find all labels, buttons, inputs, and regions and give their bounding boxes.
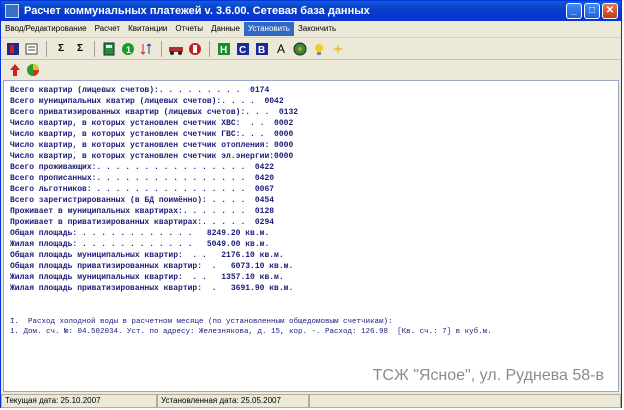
title-bar[interactable]: Расчет коммунальных платежей v. 3.6.00. … [1, 1, 621, 21]
minimize-button[interactable]: _ [566, 3, 582, 19]
close-button[interactable]: ✕ [602, 3, 618, 19]
menu-bar: Ввод/Редактирование Расчет Квитанции Отч… [1, 21, 621, 38]
toolbar-separator [209, 40, 210, 57]
number-one-icon[interactable]: 1 [120, 41, 136, 57]
menu-receipts[interactable]: Квитанции [124, 22, 171, 36]
toolbar: Σ Σ 1 H C B A [1, 38, 621, 60]
svg-text:H: H [220, 45, 227, 56]
menu-input-edit[interactable]: Ввод/Редактирование [1, 22, 91, 36]
bulb-icon[interactable] [311, 41, 327, 57]
status-bar: Текущая дата: 25.10.2007 Установленная д… [1, 394, 621, 408]
report-line: Общая площадь: . . . . . . . . . . . . 8… [10, 229, 270, 238]
report-line: Всего зарегистрированных (в БД поимённо)… [10, 196, 275, 205]
status-empty [309, 394, 621, 408]
report-line: Всего квартир (лицевых счетов):. . . . .… [10, 86, 270, 95]
report-line: Число квартир, в которых установлен счет… [10, 141, 294, 150]
toolbar-separator [161, 40, 162, 57]
blue-b-icon[interactable]: B [254, 41, 270, 57]
report-line: Общая площадь муниципальных квартир: . .… [10, 251, 284, 260]
app-window: Расчет коммунальных платежей v. 3.6.00. … [0, 0, 622, 408]
menu-exit[interactable]: Закончить [294, 22, 340, 36]
water-header: I. Расход холодной воды в расчетном меся… [10, 318, 393, 326]
report-line: Всего муниципальных кватир (лицевых счет… [10, 97, 284, 106]
report-line: Всего проживающих:. . . . . . . . . . . … [10, 163, 275, 172]
blue-c-icon[interactable]: C [235, 41, 251, 57]
sum-icon[interactable]: Σ [53, 41, 69, 57]
watermark: ТСЖ "Ясное", ул. Руднева 58-в [372, 367, 604, 384]
svg-text:1: 1 [126, 45, 131, 55]
pie-chart-icon[interactable] [25, 62, 41, 78]
secondary-toolbar [1, 61, 621, 79]
water-consumption-block: I. Расход холодной воды в расчетном меся… [10, 317, 492, 337]
report-line: Всего приватизированных квартир (лицевых… [10, 108, 299, 117]
sparkle-icon[interactable] [330, 41, 346, 57]
globe-icon[interactable] [292, 41, 308, 57]
calculator-icon[interactable] [101, 41, 117, 57]
report-line: Всего льготников: . . . . . . . . . . . … [10, 185, 275, 194]
sort-icon[interactable] [139, 41, 155, 57]
report-line: Жилая площадь муниципальных квартир: . .… [10, 273, 284, 282]
menu-data[interactable]: Данные [207, 22, 244, 36]
app-icon [5, 4, 19, 18]
report-line: Число квартир, в которых установлен счет… [10, 119, 294, 128]
report-panel: Всего квартир (лицевых счетов):. . . . .… [3, 80, 619, 392]
exit-icon[interactable] [5, 41, 21, 57]
car-icon[interactable] [168, 41, 184, 57]
svg-text:B: B [258, 45, 265, 56]
green-h-icon[interactable]: H [216, 41, 232, 57]
report-line: Число квартир, в которых установлен счет… [10, 152, 294, 161]
report-line: Проживает в муниципальных квартирах:. . … [10, 207, 275, 216]
water-meter-line: 1. Дом. сч. №: 04.502034. Уст. по адресу… [10, 328, 492, 336]
menu-settings[interactable]: Установить [243, 22, 294, 36]
status-current-date: Текущая дата: 25.10.2007 [1, 394, 157, 408]
maximize-button[interactable]: □ [584, 3, 600, 19]
font-a-icon[interactable]: A [273, 41, 289, 57]
arrow-up-icon[interactable] [7, 62, 23, 78]
report-line: Число квартир, в которых установлен счет… [10, 130, 294, 139]
window-title: Расчет коммунальных платежей v. 3.6.00. … [24, 5, 370, 17]
svg-text:C: C [239, 45, 246, 56]
fire-icon[interactable] [187, 41, 203, 57]
edit-icon[interactable] [24, 41, 40, 57]
menu-reports[interactable]: Отчеты [171, 22, 207, 36]
summary-report: Всего квартир (лицевых счетов):. . . . .… [10, 85, 298, 294]
report-line: Жилая площадь приватизированных квартир:… [10, 284, 294, 293]
report-line: Общая площадь приватизированных квартир:… [10, 262, 294, 271]
report-line: Проживает в приватизированных квартирах:… [10, 218, 275, 227]
menu-calculation[interactable]: Расчет [91, 22, 124, 36]
report-line: Жилая площадь: . . . . . . . . . . . . 5… [10, 240, 270, 249]
toolbar-separator [94, 40, 95, 57]
sum-alt-icon[interactable]: Σ [72, 41, 88, 57]
toolbar-separator [46, 40, 47, 57]
status-set-date: Установленная дата: 25.05.2007 [157, 394, 309, 408]
report-line: Всего прописанных:. . . . . . . . . . . … [10, 174, 275, 183]
